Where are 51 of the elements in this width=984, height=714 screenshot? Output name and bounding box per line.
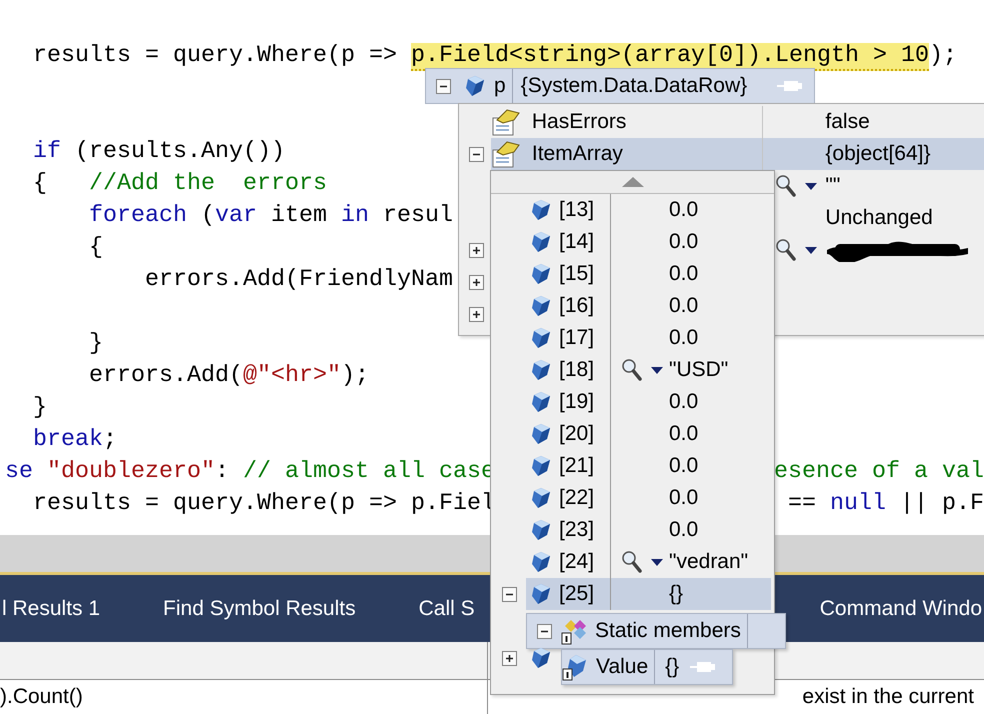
member-name: ItemArray [532, 142, 623, 166]
code-text: results = query.Where(p => p.Fiel [32, 490, 495, 519]
item-value: 0.0 [669, 390, 698, 414]
item-index: [25] [559, 582, 594, 606]
item-index: [21] [559, 454, 594, 478]
item-value: 0.0 [669, 518, 698, 542]
item-index: [20] [559, 422, 594, 446]
item-value: {} [669, 582, 684, 606]
item-index: [16] [559, 294, 594, 318]
variable-value: {System.Data.DataRow} [520, 74, 748, 98]
item-index: [24] [559, 550, 594, 574]
item-index: [14] [559, 230, 594, 254]
code-text: == null || p.F [788, 490, 984, 519]
output-text: ).Count() [0, 685, 83, 709]
code-text: errors.Add(@"<hr>"); [88, 362, 369, 391]
member-value: {} [664, 655, 680, 679]
item-value: "USD" [669, 358, 728, 382]
item-value: "vedran" [669, 550, 748, 574]
static-members-label: Static members [595, 619, 741, 643]
item-value: 0.0 [669, 230, 698, 254]
item-value: 0.0 [669, 198, 698, 222]
item-value: 0.0 [669, 422, 698, 446]
code-text: } [88, 330, 103, 359]
member-name: Value [596, 655, 648, 679]
code-text: errors.Add(FriendlyNam [144, 266, 453, 295]
member-name: HasErrors [532, 110, 626, 134]
member-value: false [825, 110, 870, 134]
item-value: 0.0 [669, 454, 698, 478]
code-text: { [88, 234, 103, 263]
code-text: { //Add the errors [32, 170, 327, 199]
item-value: 0.0 [669, 326, 698, 350]
variable-name: p [494, 74, 506, 98]
output-text: exist in the current [802, 685, 974, 709]
member-value: {object[64]} [825, 142, 931, 166]
item-value: 0.0 [669, 486, 698, 510]
item-value: 0.0 [669, 262, 698, 286]
item-index: [18] [559, 358, 594, 382]
member-value: Unchanged [825, 206, 933, 230]
item-index: [23] [559, 518, 594, 542]
code-text: foreach (var item in resul [88, 202, 453, 231]
item-index: [22] [559, 486, 594, 510]
code-text: if (results.Any()) [32, 138, 285, 167]
item-value: 0.0 [669, 294, 698, 318]
item-index: [15] [559, 262, 594, 286]
code-text: break; [32, 426, 117, 455]
code-text: esence of a val [774, 458, 984, 487]
item-index: [13] [559, 198, 594, 222]
member-value: "" [825, 174, 840, 198]
code-text: } [32, 394, 47, 423]
item-index: [19] [559, 390, 594, 414]
item-index: [17] [559, 326, 594, 350]
